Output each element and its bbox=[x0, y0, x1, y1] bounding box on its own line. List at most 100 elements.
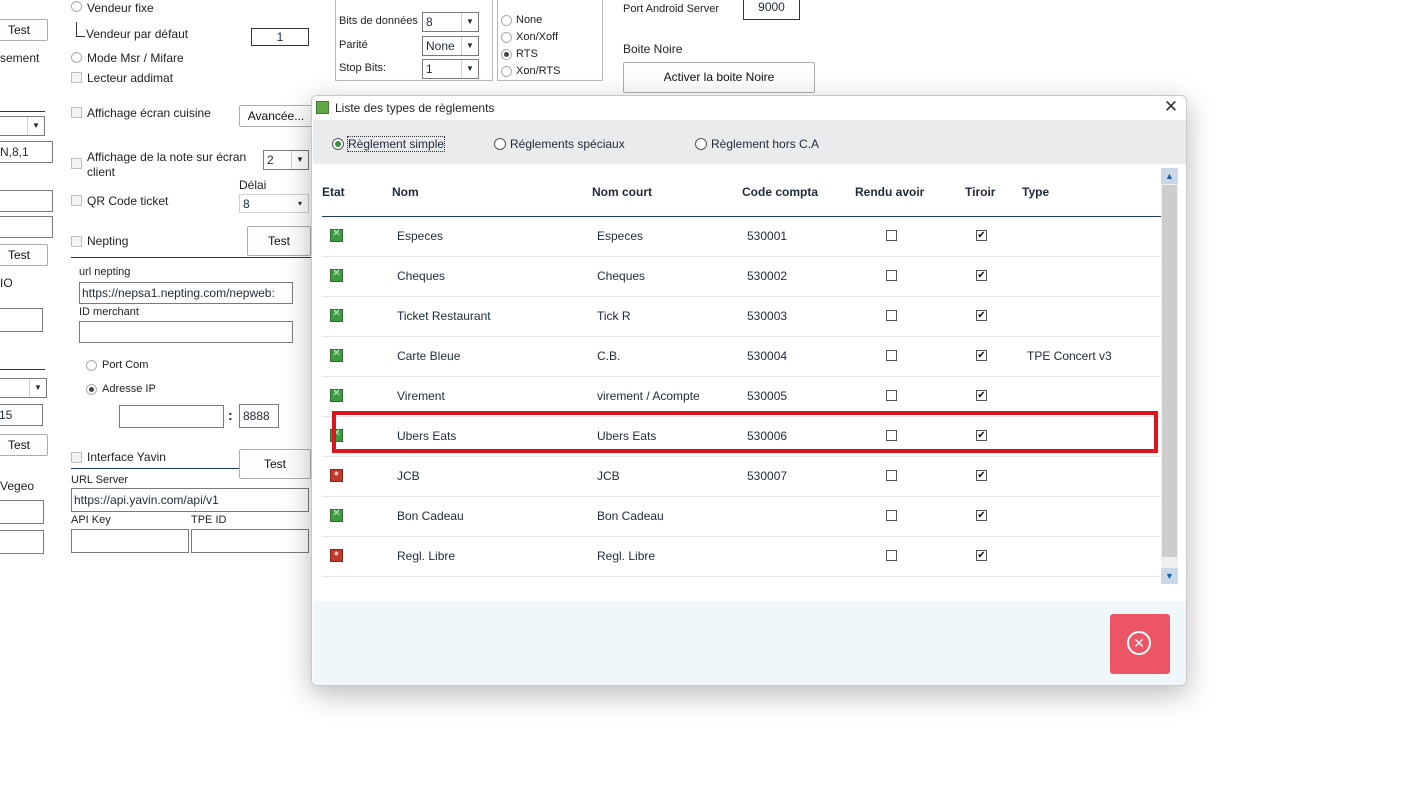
vendeur-fixe-radio[interactable] bbox=[71, 1, 82, 12]
tiroir-checkbox[interactable]: ✔ bbox=[976, 390, 987, 401]
status-active-icon[interactable] bbox=[330, 428, 343, 442]
column-header-type[interactable]: Type bbox=[1022, 185, 1049, 199]
status-active-icon[interactable] bbox=[330, 348, 343, 362]
input-3[interactable] bbox=[0, 308, 43, 332]
table-row[interactable]: Ticket Restaurant Tick R 530003 ✔ bbox=[322, 296, 1161, 337]
tiroir-checkbox[interactable]: ✔ bbox=[976, 430, 987, 441]
table-row[interactable]: Cheques Cheques 530002 ✔ bbox=[322, 256, 1161, 297]
mode-msr-radio[interactable] bbox=[71, 52, 82, 63]
input-5[interactable] bbox=[0, 530, 44, 554]
url-nepting-input[interactable]: https://nepsa1.nepting.com/nepweb: bbox=[79, 282, 293, 304]
status-inactive-icon[interactable] bbox=[330, 468, 343, 482]
port-input[interactable]: 8888 bbox=[239, 404, 279, 428]
vendeur-par-defaut-field[interactable]: 1 bbox=[251, 28, 309, 46]
nepting-test-button[interactable]: Test bbox=[247, 226, 311, 256]
tiroir-checkbox[interactable]: ✔ bbox=[976, 350, 987, 361]
lecteur-addimat-checkbox[interactable] bbox=[71, 72, 82, 83]
rendu-avoir-checkbox[interactable] bbox=[886, 310, 897, 321]
flow-xon-rts-radio[interactable] bbox=[501, 66, 512, 77]
activer-boite-noire-button[interactable]: Activer la boite Noire bbox=[623, 62, 815, 93]
input-4[interactable] bbox=[0, 500, 44, 524]
table-row[interactable]: Carte Bleue C.B. 530004 TPE Concert v3 ✔ bbox=[322, 336, 1161, 377]
vertical-scrollbar[interactable]: ▲ ▼ bbox=[1161, 168, 1178, 584]
avancee-button[interactable]: Avancée... bbox=[239, 105, 313, 127]
column-header-nom-court[interactable]: Nom court bbox=[592, 185, 652, 199]
status-active-icon[interactable] bbox=[330, 388, 343, 402]
scroll-down-icon[interactable]: ▼ bbox=[1161, 568, 1178, 584]
cell-nom: Cheques bbox=[397, 269, 446, 283]
table-row[interactable]: Bon Cadeau Bon Cadeau ✔ bbox=[322, 496, 1161, 537]
option-reglement-simple[interactable]: Règlement simple bbox=[332, 136, 446, 152]
scrollbar-thumb[interactable] bbox=[1162, 185, 1177, 557]
table-row[interactable]: Virement virement / Acompte 530005 ✔ bbox=[322, 376, 1161, 417]
tiroir-checkbox[interactable]: ✔ bbox=[976, 550, 987, 561]
test-button-3[interactable]: Test bbox=[0, 434, 48, 456]
option-reglements-speciaux[interactable]: Réglements spéciaux bbox=[494, 137, 625, 151]
table-row[interactable]: JCB JCB 530007 ✔ bbox=[322, 456, 1161, 497]
flow-none-radio[interactable] bbox=[501, 15, 512, 26]
rendu-avoir-checkbox[interactable] bbox=[886, 350, 897, 361]
close-icon[interactable]: ✕ bbox=[1162, 98, 1180, 116]
status-inactive-icon[interactable] bbox=[330, 548, 343, 562]
rendu-avoir-checkbox[interactable] bbox=[886, 510, 897, 521]
table-row[interactable]: Regl. Libre Regl. Libre ✔ bbox=[322, 536, 1161, 577]
url-server-input[interactable]: https://api.yavin.com/api/v1 bbox=[71, 488, 309, 512]
port-android-input[interactable]: 9000 bbox=[743, 0, 800, 20]
column-header-rendu-avoir[interactable]: Rendu avoir bbox=[855, 185, 924, 199]
select-1[interactable]: ▼ bbox=[0, 116, 45, 136]
option-reglement-hors-ca[interactable]: Règlement hors C.A bbox=[695, 137, 819, 151]
column-header-nom[interactable]: Nom bbox=[392, 185, 419, 199]
tiroir-checkbox[interactable]: ✔ bbox=[976, 510, 987, 521]
cancel-button[interactable]: ✕ bbox=[1110, 614, 1170, 674]
tiroir-checkbox[interactable]: ✔ bbox=[976, 230, 987, 241]
rendu-avoir-checkbox[interactable] bbox=[886, 470, 897, 481]
test-button-1[interactable]: Test bbox=[0, 19, 48, 41]
table-row[interactable]: Ubers Eats Ubers Eats 530006 ✔ bbox=[322, 416, 1161, 457]
tiroir-checkbox[interactable]: ✔ bbox=[976, 310, 987, 321]
delai-select[interactable]: 8 ▾ bbox=[239, 194, 309, 213]
stop-bits-select[interactable]: 1 ▼ bbox=[422, 59, 479, 79]
rendu-avoir-checkbox[interactable] bbox=[886, 390, 897, 401]
column-header-code-compta[interactable]: Code compta bbox=[742, 185, 818, 199]
tiroir-checkbox[interactable]: ✔ bbox=[976, 270, 987, 281]
select-2[interactable]: ▼ bbox=[0, 378, 47, 398]
yavin-test-button[interactable]: Test bbox=[239, 449, 311, 479]
tpe-id-input[interactable] bbox=[191, 529, 309, 553]
column-header-tiroir[interactable]: Tiroir bbox=[965, 185, 995, 199]
payment-types-dialog: Liste des types de règlements ✕ Règlemen… bbox=[311, 95, 1187, 686]
status-active-icon[interactable] bbox=[330, 268, 343, 282]
parite-select[interactable]: None ▼ bbox=[422, 36, 479, 56]
column-header-etat[interactable]: Etat bbox=[322, 185, 345, 199]
port-com-radio[interactable] bbox=[86, 360, 97, 371]
flow-xon-radio[interactable] bbox=[501, 32, 512, 43]
status-active-icon[interactable] bbox=[330, 308, 343, 322]
serial-config-field[interactable]: N,8,1 bbox=[0, 141, 53, 163]
test-button-2[interactable]: Test bbox=[0, 244, 48, 266]
bits-select[interactable]: 8 ▼ bbox=[422, 12, 479, 32]
ip-address-input[interactable] bbox=[119, 405, 224, 428]
rendu-avoir-checkbox[interactable] bbox=[886, 550, 897, 561]
qr-code-checkbox[interactable] bbox=[71, 195, 82, 206]
rendu-avoir-checkbox[interactable] bbox=[886, 430, 897, 441]
value-15-field[interactable]: 15 bbox=[0, 404, 43, 426]
adresse-ip-radio[interactable] bbox=[86, 384, 97, 395]
status-active-icon[interactable] bbox=[330, 508, 343, 522]
api-key-input[interactable] bbox=[71, 529, 189, 553]
tiroir-checkbox[interactable]: ✔ bbox=[976, 470, 987, 481]
rendu-avoir-checkbox[interactable] bbox=[886, 270, 897, 281]
input-1[interactable] bbox=[0, 190, 53, 212]
id-merchant-input[interactable] bbox=[79, 321, 293, 343]
table-row[interactable]: Especes Especes 530001 ✔ bbox=[322, 216, 1161, 257]
input-2[interactable] bbox=[0, 216, 53, 238]
affichage-note-checkbox[interactable] bbox=[71, 158, 82, 169]
nepting-checkbox[interactable] bbox=[71, 236, 82, 247]
affichage-note-select[interactable]: 2 ▼ bbox=[263, 150, 309, 170]
cell-code-compta: 530003 bbox=[747, 309, 788, 323]
scroll-up-icon[interactable]: ▲ bbox=[1161, 168, 1178, 184]
chevron-down-icon: ▼ bbox=[461, 37, 478, 55]
rendu-avoir-checkbox[interactable] bbox=[886, 230, 897, 241]
affichage-cuisine-checkbox[interactable] bbox=[71, 107, 82, 118]
interface-yavin-checkbox[interactable] bbox=[71, 452, 82, 463]
flow-rts-radio[interactable] bbox=[501, 49, 512, 60]
status-active-icon[interactable] bbox=[330, 228, 343, 242]
